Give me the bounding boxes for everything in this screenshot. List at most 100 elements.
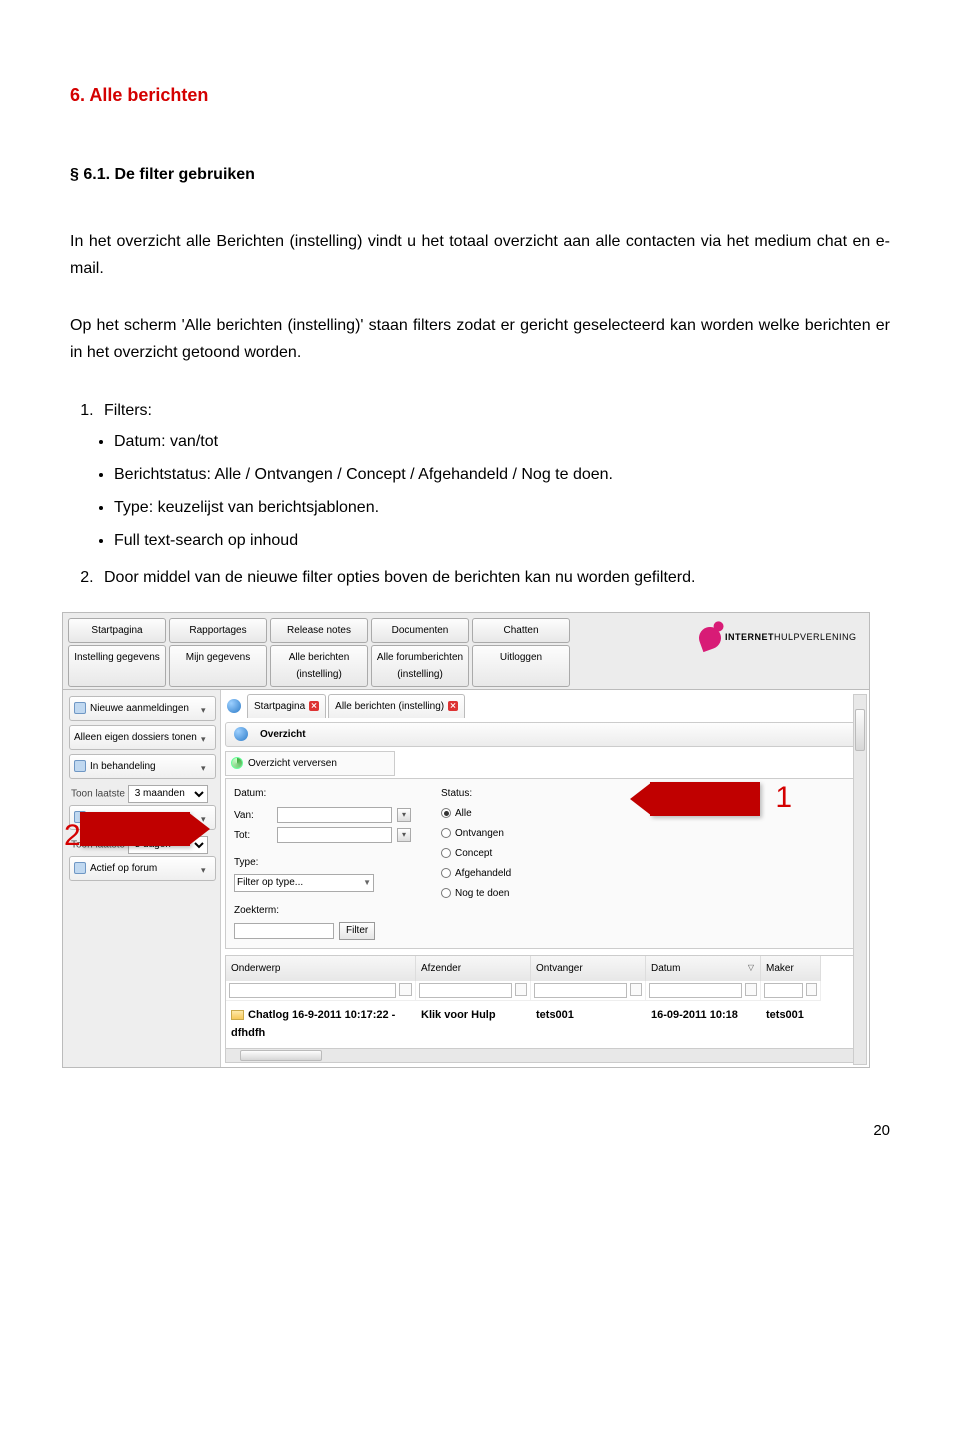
radio-label: Concept — [455, 845, 492, 862]
calendar-icon[interactable]: ▾ — [397, 808, 411, 822]
filter-menu-icon[interactable] — [630, 983, 642, 996]
nav-button[interactable]: Chatten — [472, 618, 570, 643]
col-onderwerp[interactable]: Onderwerp — [226, 956, 416, 981]
radio-icon — [441, 868, 451, 878]
tab-startpagina[interactable]: Startpagina — [247, 694, 326, 718]
sidebar: Nieuwe aanmeldingen ▾ Alleen eigen dossi… — [63, 690, 221, 1067]
chevron-icon: ▾ — [201, 732, 211, 742]
filter-menu-icon[interactable] — [399, 983, 412, 996]
radio-icon — [441, 848, 451, 858]
col-datum[interactable]: Datum▽ — [646, 956, 761, 981]
nav-button[interactable]: Rapportages — [169, 618, 267, 643]
grid-filter-row — [226, 981, 864, 1000]
nav-button[interactable]: Release notes — [270, 618, 368, 643]
section-label: Overzicht — [260, 726, 306, 743]
radio-label: Nog te doen — [455, 885, 510, 902]
nav-button[interactable]: Documenten — [371, 618, 469, 643]
col-afzender[interactable]: Afzender — [416, 956, 531, 981]
type-select-value: Filter op type... — [237, 874, 303, 891]
status-radio[interactable]: Alle — [441, 805, 511, 822]
sidebar-item[interactable]: Nieuwe aanmeldingen ▾ — [69, 696, 216, 721]
sidebar-item-label: In behandeling — [90, 758, 156, 775]
main-pane: Startpagina Alle berichten (instelling) … — [221, 690, 869, 1067]
radio-icon — [441, 888, 451, 898]
numbered-list: Filters: Datum: van/tot Berichtstatus: A… — [98, 397, 890, 592]
filter-menu-icon[interactable] — [515, 983, 527, 996]
bullet-list: Datum: van/tot Berichtstatus: Alle / Ont… — [114, 428, 890, 555]
scrollbar-vertical[interactable] — [853, 694, 867, 1065]
callout-arrow-1 — [650, 782, 760, 816]
folder-icon — [74, 760, 86, 772]
status-radio[interactable]: Afgehandeld — [441, 865, 511, 882]
sidebar-item-label: Alleen eigen dossiers tonen — [74, 729, 197, 746]
tab-bar: Startpagina Alle berichten (instelling) — [225, 694, 865, 718]
sidebar-item-label: Actief op forum — [90, 860, 157, 877]
chevron-down-icon: ▼ — [363, 876, 371, 890]
sidebar-item[interactable]: In behandeling ▾ — [69, 754, 216, 779]
refresh-label: Overzicht verversen — [248, 755, 337, 772]
cell-onderwerp: Chatlog 16-9-2011 10:17:22 - dfhdfh — [231, 1009, 395, 1040]
tab-label: Alle berichten (instelling) — [335, 698, 444, 715]
nav-button[interactable]: Startpagina — [68, 618, 166, 643]
zoekterm-label: Zoekterm: — [234, 902, 411, 919]
calendar-icon[interactable]: ▾ — [397, 828, 411, 842]
col-filter-input[interactable] — [764, 983, 803, 998]
folder-icon — [74, 702, 86, 714]
date-from-input[interactable] — [277, 807, 392, 823]
cell-ontvanger: tets001 — [531, 1000, 646, 1048]
nav-button[interactable]: Alle berichten (instelling) — [270, 645, 368, 687]
refresh-icon — [231, 757, 243, 769]
nav-button[interactable]: Uitloggen — [472, 645, 570, 687]
sidebar-item[interactable]: Alleen eigen dossiers tonen ▾ — [69, 725, 216, 750]
filter-panel: Datum: Van: ▾ Tot: ▾ Type: — [225, 778, 865, 949]
body-paragraph-2: Op het scherm 'Alle berichten (instellin… — [70, 312, 890, 366]
nav-button[interactable]: Mijn gegevens — [169, 645, 267, 687]
radio-label: Alle — [455, 805, 472, 822]
section-header: Overzicht — [225, 722, 865, 747]
close-icon[interactable] — [309, 701, 319, 711]
col-maker[interactable]: Maker — [761, 956, 821, 981]
body-paragraph-1: In het overzicht alle Berichten (instell… — [70, 228, 890, 282]
nav-button[interactable]: Alle forumberichten (instelling) — [371, 645, 469, 687]
col-filter-input[interactable] — [649, 983, 742, 998]
scrollbar-horizontal[interactable] — [226, 1048, 864, 1062]
filter-button[interactable]: Filter — [339, 922, 375, 940]
logo-icon — [696, 624, 724, 652]
search-input[interactable] — [234, 923, 334, 939]
date-to-input[interactable] — [277, 827, 392, 843]
status-radio[interactable]: Nog te doen — [441, 885, 511, 902]
sidebar-select[interactable]: 3 maanden — [128, 785, 208, 803]
bullet-item: Full text-search op inhoud — [114, 527, 890, 554]
brand-logo: INTERNETHULPVERLENING — [699, 619, 859, 657]
chevron-icon: ▾ — [201, 703, 211, 713]
col-filter-input[interactable] — [419, 983, 512, 998]
datum-label: Datum: — [234, 785, 411, 802]
page-number: 20 — [70, 1118, 890, 1144]
filter-menu-icon[interactable] — [745, 983, 757, 996]
status-radio[interactable]: Concept — [441, 845, 511, 862]
cell-datum: 16-09-2011 10:18 — [646, 1000, 761, 1048]
sidebar-item[interactable]: Actief op forum ▾ — [69, 856, 216, 881]
status-label: Status: — [441, 785, 511, 802]
list-item-intro: Filters: — [104, 402, 152, 419]
callout-number-1: 1 — [775, 772, 792, 823]
col-ontvanger[interactable]: Ontvanger — [531, 956, 646, 981]
bullet-item: Berichtstatus: Alle / Ontvangen / Concep… — [114, 461, 890, 488]
table-row[interactable]: Chatlog 16-9-2011 10:17:22 - dfhdfh Klik… — [226, 1000, 864, 1048]
close-icon[interactable] — [448, 701, 458, 711]
type-select[interactable]: Filter op type... ▼ — [234, 874, 374, 892]
folder-icon — [74, 862, 86, 874]
refresh-button[interactable]: Overzicht verversen — [225, 751, 395, 776]
status-radio[interactable]: Ontvangen — [441, 825, 511, 842]
logo-text: INTERNETHULPVERLENING — [725, 630, 857, 645]
nav-button[interactable]: Instelling gegevens — [68, 645, 166, 687]
col-filter-input[interactable] — [534, 983, 627, 998]
filter-menu-icon[interactable] — [806, 983, 817, 996]
radio-label: Afgehandeld — [455, 865, 511, 882]
col-filter-input[interactable] — [229, 983, 396, 998]
sidebar-label: Toon laatste 3 maanden — [71, 785, 216, 803]
radio-icon — [441, 808, 451, 818]
subsection-title: § 6.1. De filter gebruiken — [70, 161, 890, 188]
cell-maker: tets001 — [761, 1000, 821, 1048]
tab-alle-berichten[interactable]: Alle berichten (instelling) — [328, 694, 465, 718]
